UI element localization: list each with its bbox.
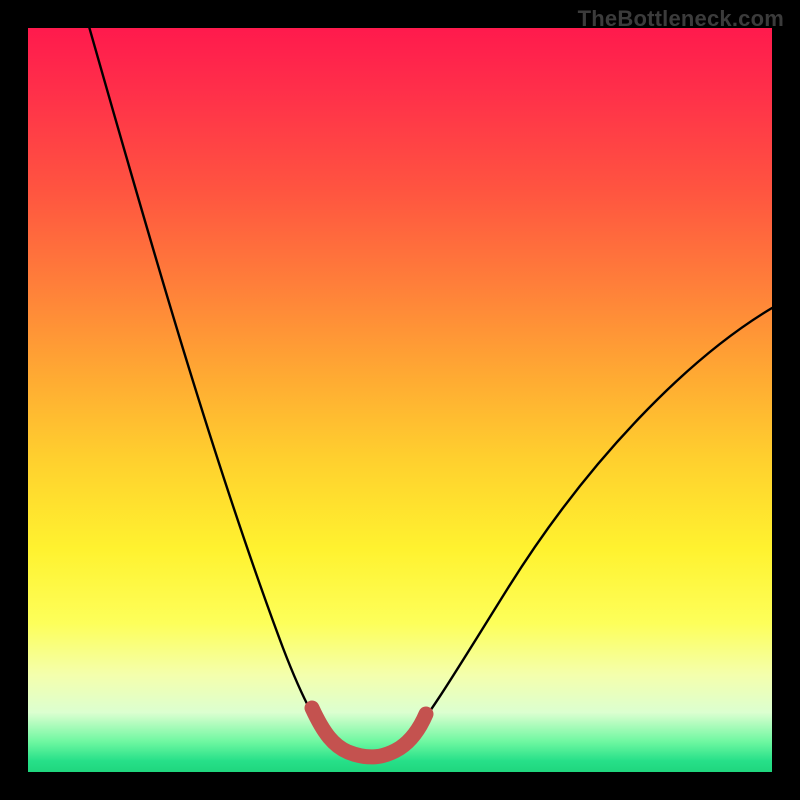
outer-frame: TheBottleneck.com (0, 0, 800, 800)
bottom-highlight (312, 708, 426, 757)
plot-area (28, 28, 772, 772)
watermark-text: TheBottleneck.com (578, 6, 784, 32)
curve-layer (28, 28, 772, 772)
v-curve-right (408, 308, 772, 740)
v-curve-left (88, 28, 328, 738)
